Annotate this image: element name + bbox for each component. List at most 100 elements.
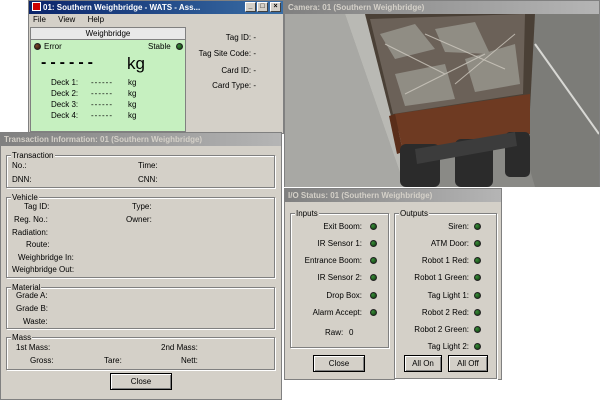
deck-1-value: ------ <box>91 78 113 87</box>
raw-label: Raw: <box>325 328 344 337</box>
output-led-robot-2-red-icon <box>474 309 481 316</box>
vehicle-weighbridge-in-label: Weighbridge In: <box>18 253 74 262</box>
transaction-window-titlebar[interactable]: Transaction Information: 01 (Southern We… <box>1 133 281 146</box>
transaction-no-label: No.: <box>12 161 27 170</box>
maximize-button[interactable]: □ <box>257 2 268 12</box>
main-window-title: 01: Southern Weighbridge - WATS - Ass... <box>43 3 201 12</box>
mass-nett-label: Nett: <box>181 356 198 365</box>
output-label-robot-1-green: Robot 1 Green: <box>414 273 469 282</box>
menu-help[interactable]: Help <box>88 15 104 24</box>
output-label-tag-light-1: Tag Light 1: <box>427 291 469 300</box>
material-grade-a-label: Grade A: <box>16 291 48 300</box>
transaction-legend: Transaction <box>11 151 55 160</box>
input-led-exit-boom-icon <box>370 223 377 230</box>
menu-bar: File View Help <box>29 14 283 26</box>
deck-3-unit: kg <box>128 100 137 109</box>
tag-site-code: Tag Site Code: - <box>198 49 256 58</box>
mass-first-label: 1st Mass: <box>16 343 51 352</box>
deck-4-label: Deck 4: <box>51 111 79 120</box>
io-status-window: I/O Status: 01 (Southern Weighbridge) In… <box>284 188 502 380</box>
output-led-robot-2-green-icon <box>474 326 481 333</box>
input-led-entrance-boom-icon <box>370 257 377 264</box>
app-icon <box>32 2 41 11</box>
mass-gross-label: Gross: <box>30 356 54 365</box>
minimize-button[interactable]: _ <box>245 2 256 12</box>
input-label-exit-boom: Exit Boom: <box>323 222 362 231</box>
vehicle-route-label: Route: <box>26 240 50 249</box>
deck-2-unit: kg <box>128 89 137 98</box>
output-label-atm-door: ATM Door: <box>430 239 469 248</box>
mass-group: Mass <box>6 333 275 370</box>
deck-2-label: Deck 2: <box>51 89 79 98</box>
input-led-alarm-accept-icon <box>370 309 377 316</box>
output-led-tag-light-1-icon <box>474 292 481 299</box>
vehicle-type-label: Type: <box>132 202 152 211</box>
vehicle-tag-id-label: Tag ID: <box>24 202 50 211</box>
output-label-robot-2-green: Robot 2 Green: <box>414 325 469 334</box>
stable-label: Stable <box>148 42 171 51</box>
main-window-titlebar[interactable]: 01: Southern Weighbridge - WATS - Ass...… <box>29 1 283 14</box>
material-grade-b-label: Grade B: <box>16 304 49 313</box>
error-label: Error <box>44 42 62 51</box>
transaction-dnn-label: DNN: <box>12 175 32 184</box>
output-led-robot-1-red-icon <box>474 257 481 264</box>
raw-value: 0 <box>349 328 354 337</box>
output-led-atm-door-icon <box>474 240 481 247</box>
input-label-drop-box: Drop Box: <box>326 291 362 300</box>
tag-id: Tag ID: - <box>225 33 256 42</box>
card-type: Card Type: - <box>212 81 256 90</box>
deck-4-unit: kg <box>128 111 137 120</box>
output-led-tag-light-2-icon <box>474 343 481 350</box>
input-led-drop-box-icon <box>370 292 377 299</box>
all-off-button[interactable]: All Off <box>448 355 488 372</box>
stable-indicator-icon <box>176 43 183 50</box>
input-label-ir-sensor-1: IR Sensor 1: <box>317 239 362 248</box>
menu-file[interactable]: File <box>33 15 46 24</box>
vehicle-weighbridge-out-label: Weighbridge Out: <box>12 265 75 274</box>
output-led-siren-icon <box>474 223 481 230</box>
input-label-ir-sensor-2: IR Sensor 2: <box>317 273 362 282</box>
transaction-time-label: Time: <box>138 161 158 170</box>
output-label-siren: Siren: <box>448 222 469 231</box>
camera-window-titlebar[interactable]: Camera: 01 (Southern Weighbridge) <box>285 1 599 14</box>
weighbridge-title: Weighbridge <box>31 28 185 40</box>
input-led-ir-sensor-2-icon <box>370 274 377 281</box>
deck-4-value: ------ <box>91 111 113 120</box>
vehicle-legend: Vehicle <box>11 193 39 202</box>
close-window-button[interactable]: × <box>270 2 281 12</box>
all-on-button[interactable]: All On <box>404 355 442 372</box>
deck-1-unit: kg <box>128 78 137 87</box>
error-indicator-icon <box>34 43 41 50</box>
menu-view[interactable]: View <box>58 15 75 24</box>
vehicle-radiation-label: Radiation: <box>12 228 49 237</box>
input-led-ir-sensor-1-icon <box>370 240 377 247</box>
card-id: Card ID: - <box>221 66 256 75</box>
camera-feed-image <box>285 14 599 187</box>
transaction-cnn-label: CNN: <box>138 175 158 184</box>
io-status-window-titlebar[interactable]: I/O Status: 01 (Southern Weighbridge) <box>285 189 501 202</box>
outputs-legend: Outputs <box>399 209 430 218</box>
input-label-alarm-accept: Alarm Accept: <box>312 308 362 317</box>
mass-tare-label: Tare: <box>104 356 122 365</box>
output-label-robot-1-red: Robot 1 Red: <box>421 256 469 265</box>
deck-2-value: ------ <box>91 89 113 98</box>
inputs-legend: Inputs <box>295 209 319 218</box>
input-label-entrance-boom: Entrance Boom: <box>304 256 362 265</box>
main-window: 01: Southern Weighbridge - WATS - Ass...… <box>28 0 284 134</box>
material-waste-label: Waste: <box>23 317 48 326</box>
weight-unit: kg <box>127 54 145 73</box>
deck-1-label: Deck 1: <box>51 78 79 87</box>
vehicle-owner-label: Owner: <box>126 215 152 224</box>
output-label-robot-2-red: Robot 2 Red: <box>421 308 469 317</box>
vehicle-reg-no-label: Reg. No.: <box>14 215 48 224</box>
deck-3-label: Deck 3: <box>51 100 79 109</box>
weight-value: ------ <box>41 54 97 71</box>
camera-window: Camera: 01 (Southern Weighbridge) <box>284 0 600 187</box>
transaction-window: Transaction Information: 01 (Southern We… <box>0 132 282 400</box>
mass-legend: Mass <box>11 333 33 342</box>
output-label-tag-light-2: Tag Light 2: <box>427 342 469 351</box>
transaction-close-button[interactable]: Close <box>110 373 172 390</box>
deck-3-value: ------ <box>91 100 113 109</box>
output-led-robot-1-green-icon <box>474 274 481 281</box>
io-close-button[interactable]: Close <box>313 355 365 372</box>
